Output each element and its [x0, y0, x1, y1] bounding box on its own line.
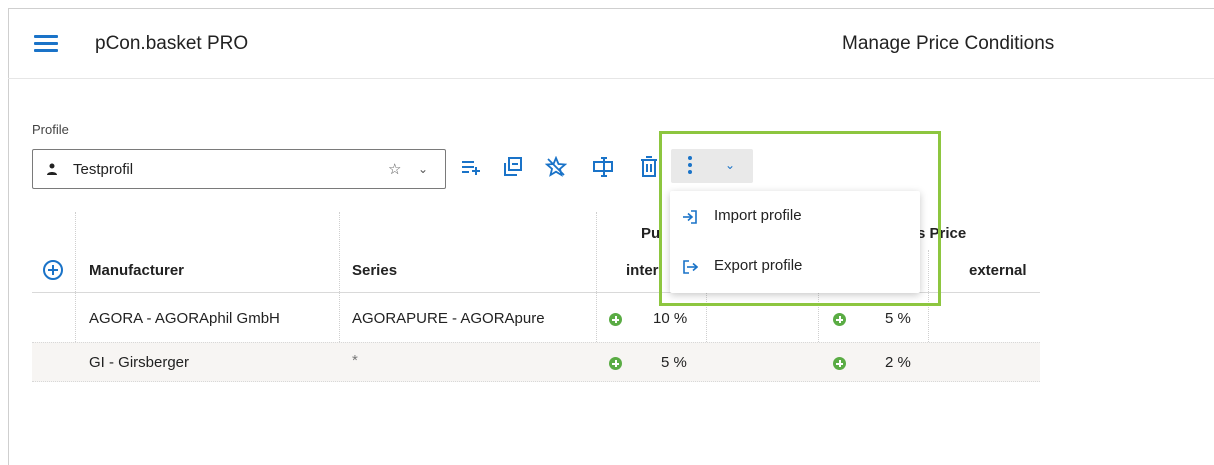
cell-manufacturer: GI - Girsberger [89, 354, 190, 371]
cell-series: AGORAPURE - AGORApure [352, 310, 545, 327]
profile-actions-menu: Import profile Export profile [670, 191, 920, 293]
menu-item-label: Import profile [714, 207, 802, 224]
app-title: pCon.basket PRO [95, 33, 249, 54]
copy-icon[interactable] [500, 153, 526, 181]
import-icon [683, 210, 697, 224]
rename-icon[interactable] [590, 153, 616, 181]
cell-sales: 5 % [885, 310, 911, 327]
purchase-price-group-header: Pu [641, 225, 661, 242]
menu-item-label: Export profile [714, 257, 803, 274]
favorite-star-icon[interactable]: ☆ [388, 160, 401, 178]
chevron-down-icon: ⌄ [725, 158, 736, 172]
profile-label: Profile [32, 122, 69, 137]
cell-manufacturer: AGORA - AGORAphil GmbH [89, 310, 280, 327]
cell-purchase-internal: 5 % [661, 354, 687, 371]
add-condition-icon[interactable] [609, 357, 622, 370]
header-manufacturer[interactable]: Manufacturer [89, 262, 184, 279]
add-condition-icon[interactable] [609, 313, 622, 326]
add-row-icon[interactable] [43, 260, 63, 280]
delete-icon[interactable] [636, 153, 662, 181]
menu-item-import-profile[interactable]: Import profile [670, 197, 920, 237]
header-sales-external[interactable]: external [969, 262, 1027, 279]
unfavorite-icon[interactable] [543, 153, 569, 181]
profile-select[interactable]: Testprofil ☆ ⌄ [32, 149, 446, 189]
header-series[interactable]: Series [352, 262, 397, 279]
add-condition-icon[interactable] [833, 357, 846, 370]
cell-sales: 2 % [885, 354, 911, 371]
header-purchase-internal[interactable]: inter [626, 262, 659, 279]
sales-price-group-header: s Price [917, 225, 967, 242]
menu-item-export-profile[interactable]: Export profile [670, 247, 920, 287]
more-vert-icon [687, 156, 693, 176]
cell-purchase-internal: 10 % [653, 310, 688, 327]
more-actions-button[interactable]: ⌄ [671, 149, 753, 183]
profile-select-value: Testprofil [73, 161, 134, 178]
export-icon [683, 260, 698, 274]
hamburger-menu-icon[interactable] [34, 35, 58, 55]
page-title: Manage Price Conditions [842, 33, 1055, 54]
add-condition-icon[interactable] [833, 313, 846, 326]
add-list-icon[interactable] [458, 153, 484, 181]
chevron-down-icon[interactable]: ⌄ [418, 162, 428, 176]
cell-series: * [352, 352, 358, 369]
app-header: pCon.basket PRO Manage Price Conditions [8, 9, 1214, 79]
person-icon [47, 163, 57, 175]
